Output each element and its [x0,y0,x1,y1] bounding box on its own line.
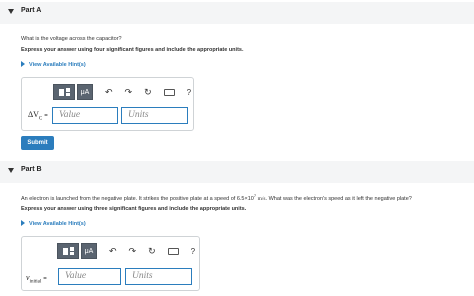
undo-icon[interactable]: ↶ [109,246,117,256]
keyboard-icon[interactable] [163,88,175,96]
part-a-toolbar: μA ↶ ↷ ↻ ? [53,84,191,100]
expand-triangle-icon [21,61,25,67]
part-b-header[interactable]: Part B [0,161,474,183]
part-b-hints-link[interactable]: View Available Hint(s) [21,220,86,227]
part-b-instructions: Express your answer using three signific… [21,206,247,212]
part-b-hints-label: View Available Hint(s) [29,221,86,227]
part-a-hints-link[interactable]: View Available Hint(s) [21,61,86,68]
part-b-question: An electron is launched from the negativ… [21,193,412,202]
help-button[interactable]: ? [187,88,191,97]
collapse-caret-icon[interactable] [8,9,14,14]
part-a-instructions: Express your answer using four significa… [21,47,244,53]
keyboard-icon[interactable] [167,247,179,255]
redo-icon[interactable]: ↷ [125,87,133,97]
submit-button[interactable]: Submit [21,136,54,150]
undo-icon[interactable]: ↶ [105,87,113,97]
part-a-value-input[interactable]: Value [52,107,118,124]
part-a-hints-label: View Available Hint(s) [29,62,86,68]
part-b-title: Part B [21,166,42,173]
part-a-question: What is the voltage across the capacitor… [21,36,122,42]
part-a-variable-label: ΔVC = [28,110,48,122]
part-a-title: Part A [21,7,42,14]
expand-triangle-icon [21,220,25,226]
reset-icon[interactable]: ↻ [144,87,152,97]
help-button[interactable]: ? [191,247,195,256]
templates-button[interactable] [53,84,75,100]
collapse-caret-icon[interactable] [8,168,14,173]
part-b-units-input[interactable]: Units [125,268,192,285]
units-button[interactable]: μA [77,84,93,100]
redo-icon[interactable]: ↷ [129,246,137,256]
units-button[interactable]: μA [81,243,97,259]
part-b-variable-label: vinitial = [26,273,47,285]
part-a-units-input[interactable]: Units [121,107,188,124]
part-b-value-input[interactable]: Value [58,268,121,285]
part-b-answer-box: μA ↶ ↷ ↻ ? vinitial = Value Units [21,236,200,291]
template-square-icon [62,247,68,255]
part-b-toolbar: μA ↶ ↷ ↻ ? [57,243,195,259]
reset-icon[interactable]: ↻ [148,246,156,256]
part-a-header[interactable]: Part A [0,2,474,24]
part-a-answer-box: μA ↶ ↷ ↻ ? ΔVC = Value Units [21,77,194,131]
templates-button[interactable] [57,243,79,259]
template-square-icon [58,88,64,96]
